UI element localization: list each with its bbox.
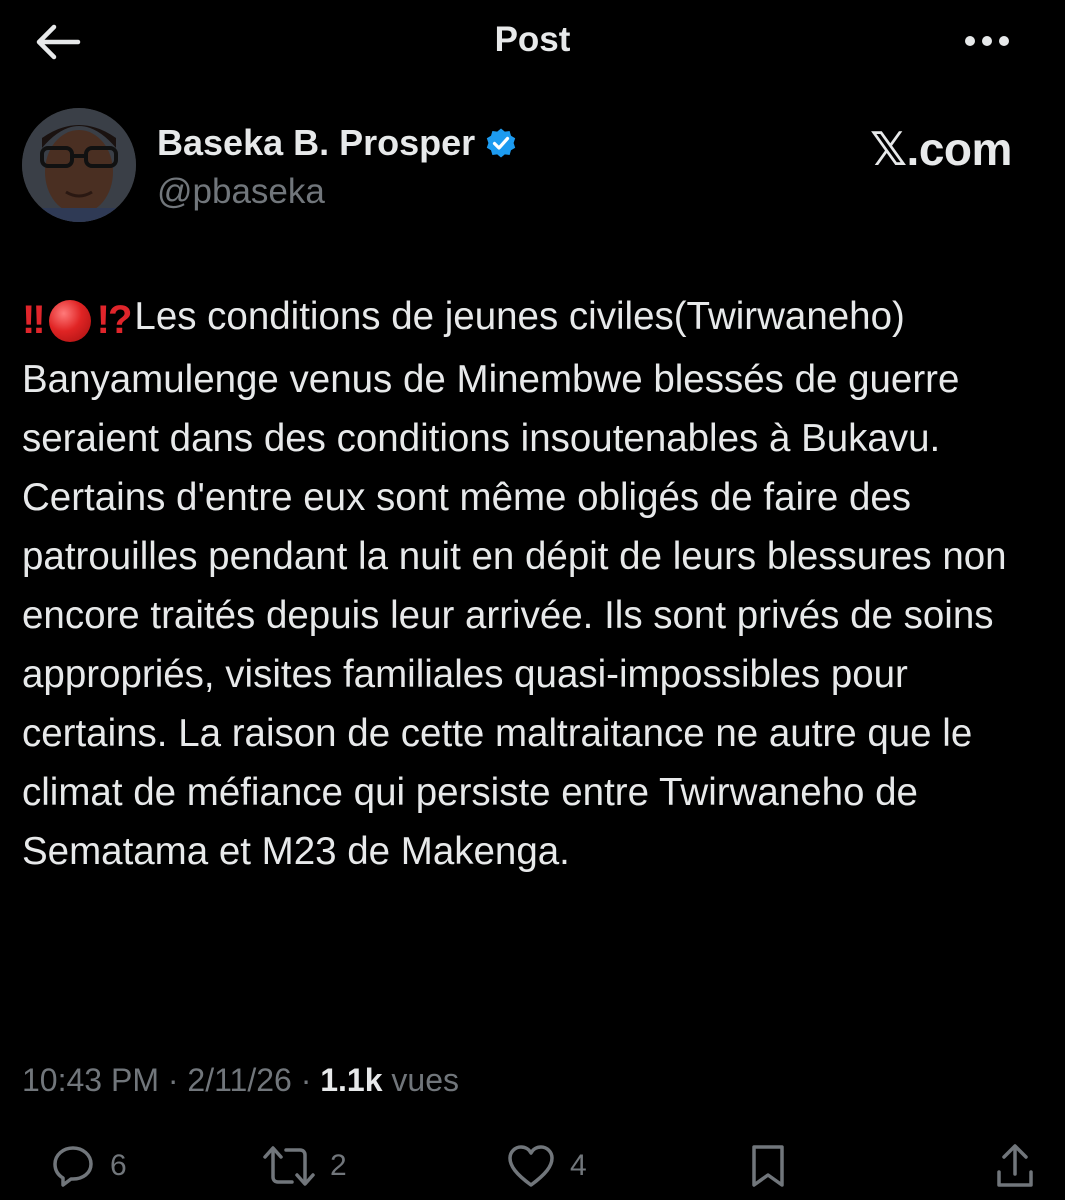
post-date[interactable]: 2/11/26 — [187, 1062, 291, 1098]
x-watermark: 𝕏.com — [870, 123, 1012, 175]
author-display-name: Baseka B. Prosper — [157, 122, 476, 163]
action-bar: 6 2 4 — [0, 1138, 1065, 1194]
post-body-text: Les conditions de jeunes civiles(Twirwan… — [22, 295, 1018, 873]
avatar[interactable] — [22, 108, 136, 222]
double-exclamation-icon: !! — [22, 298, 46, 342]
meta-separator-2: · — [300, 1062, 312, 1098]
reply-button[interactable]: 6 — [50, 1138, 127, 1194]
ellipsis-icon — [965, 36, 1009, 46]
views-label: vues — [391, 1062, 459, 1098]
interrobang-icon: !? — [96, 298, 133, 342]
heart-icon — [508, 1145, 554, 1187]
share-button[interactable] — [994, 1138, 1036, 1194]
post-time[interactable]: 10:43 PM — [22, 1062, 159, 1098]
avatar-image — [22, 108, 136, 222]
like-count: 4 — [570, 1149, 587, 1182]
author-name[interactable]: Baseka B. Prosper — [157, 122, 517, 164]
reply-count: 6 — [110, 1149, 127, 1182]
red-circle-icon — [48, 299, 91, 342]
bookmark-icon — [752, 1145, 784, 1187]
views-count: 1.1k — [320, 1062, 383, 1098]
post-meta: 10:43 PM · 2/11/26 · 1.1k vues — [22, 1062, 459, 1099]
meta-separator: · — [167, 1062, 179, 1098]
author-handle[interactable]: @pbaseka — [157, 172, 325, 212]
like-button[interactable]: 4 — [506, 1138, 587, 1194]
emoji-prefix: !!!? — [22, 291, 133, 350]
verified-badge-icon — [486, 128, 516, 158]
repost-count: 2 — [330, 1149, 347, 1182]
repost-button[interactable]: 2 — [262, 1138, 347, 1194]
share-icon — [997, 1144, 1033, 1187]
repost-icon — [263, 1146, 315, 1186]
post-text: !!!? Les conditions de jeunes civiles(Twi… — [22, 287, 1047, 881]
reply-icon — [53, 1146, 93, 1187]
page-title: Post — [494, 20, 571, 59]
top-bar: Post — [0, 0, 1065, 85]
bookmark-button[interactable] — [748, 1138, 788, 1194]
more-options-button[interactable] — [962, 24, 1012, 58]
post-detail-screen: Post Baseka B. Prosper @pbaseka 𝕏.com !!… — [0, 0, 1065, 1200]
